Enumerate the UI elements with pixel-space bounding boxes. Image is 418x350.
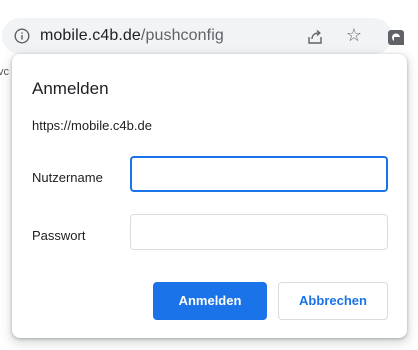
username-input[interactable] (130, 156, 388, 192)
username-label: Nutzername (32, 170, 103, 185)
url-host: mobile.c4b.de (40, 27, 141, 44)
url-path: /pushconfig (140, 27, 224, 44)
address-url[interactable]: mobile.c4b.de/pushconfig (40, 27, 224, 45)
auth-dialog: Anmelden https://mobile.c4b.de Nutzernam… (12, 54, 407, 338)
info-icon[interactable] (14, 28, 30, 44)
dialog-origin: https://mobile.c4b.de (32, 118, 152, 133)
share-icon[interactable] (306, 28, 324, 46)
browser-toolbar: mobile.c4b.de/pushconfig ☆ (0, 0, 418, 56)
page-edge-text: vc (0, 66, 9, 78)
dialog-title: Anmelden (32, 79, 109, 98)
sign-in-button[interactable]: Anmelden (153, 282, 267, 320)
password-input[interactable] (130, 214, 388, 250)
password-label: Passwort (32, 228, 86, 243)
cancel-button[interactable]: Abbrechen (278, 282, 388, 320)
bookmark-star-icon[interactable]: ☆ (345, 26, 363, 44)
page-background (0, 58, 12, 350)
extension-icon[interactable] (386, 27, 406, 47)
